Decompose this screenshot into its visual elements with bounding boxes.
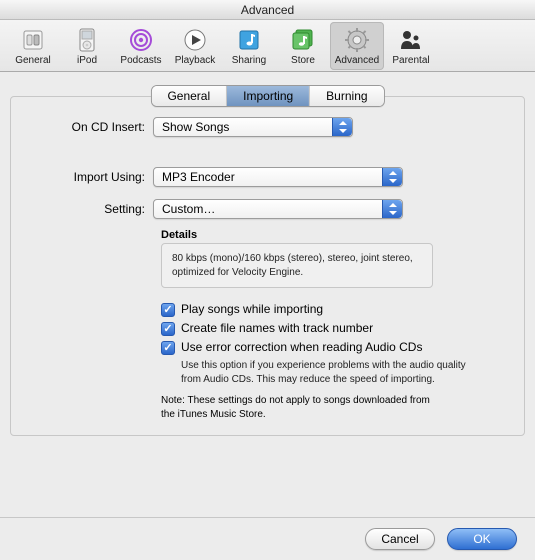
updown-icon xyxy=(382,168,402,186)
toolbar-item-advanced[interactable]: Advanced xyxy=(330,22,384,70)
toolbar-label-general: General xyxy=(15,55,51,66)
music-note-stack-icon xyxy=(290,27,316,53)
updown-icon xyxy=(382,200,402,218)
gear-icon xyxy=(344,27,370,53)
podcasts-icon xyxy=(128,27,154,53)
tab-importing[interactable]: Importing xyxy=(227,86,310,106)
toolbar-label-store: Store xyxy=(291,55,315,66)
toolbar-label-podcasts: Podcasts xyxy=(120,55,161,66)
checkbox-filenames-with-track-label: Create file names with track number xyxy=(181,321,373,335)
checkbox-play-while-importing[interactable] xyxy=(161,303,175,317)
toolbar-item-ipod[interactable]: iPod xyxy=(60,22,114,70)
tab-general[interactable]: General xyxy=(151,86,227,106)
select-setting-value: Custom… xyxy=(162,202,215,216)
tabstrip: General Importing Burning xyxy=(150,85,384,107)
select-on-cd-insert[interactable]: Show Songs xyxy=(153,117,353,137)
play-icon xyxy=(182,27,208,53)
toolbar-item-sharing[interactable]: Sharing xyxy=(222,22,276,70)
toolbar-label-parental: Parental xyxy=(392,55,429,66)
content-area: General Importing Burning On CD Insert: … xyxy=(0,72,535,507)
details-body: 80 kbps (mono)/160 kbps (stereo), stereo… xyxy=(161,243,433,288)
music-note-icon xyxy=(236,27,262,53)
cancel-button[interactable]: Cancel xyxy=(365,528,435,550)
toolbar-item-podcasts[interactable]: Podcasts xyxy=(114,22,168,70)
toolbar-label-ipod: iPod xyxy=(77,55,97,66)
checkbox-filenames-with-track[interactable] xyxy=(161,322,175,336)
settings-group: General Importing Burning On CD Insert: … xyxy=(10,96,525,436)
label-on-cd-insert: On CD Insert: xyxy=(35,120,153,134)
checkbox-error-correction-label: Use error correction when reading Audio … xyxy=(181,340,422,354)
select-import-using[interactable]: MP3 Encoder xyxy=(153,167,403,187)
error-correction-help: Use this option if you experience proble… xyxy=(181,359,466,386)
bottom-bar: Cancel OK xyxy=(0,518,535,560)
checkbox-play-while-importing-label: Play songs while importing xyxy=(181,302,323,316)
switch-icon xyxy=(20,27,46,53)
toolbar-label-advanced: Advanced xyxy=(335,55,379,66)
preferences-toolbar: General iPod Podcasts Playback Sharing S… xyxy=(0,20,535,72)
checkbox-error-correction[interactable] xyxy=(161,341,175,355)
toolbar-label-sharing: Sharing xyxy=(232,55,266,66)
people-icon xyxy=(398,27,424,53)
toolbar-item-playback[interactable]: Playback xyxy=(168,22,222,70)
toolbar-item-general[interactable]: General xyxy=(6,22,60,70)
footer-note: Note: These settings do not apply to son… xyxy=(161,394,446,421)
toolbar-label-playback: Playback xyxy=(175,55,216,66)
ipod-icon xyxy=(74,27,100,53)
tab-burning[interactable]: Burning xyxy=(310,86,383,106)
select-setting[interactable]: Custom… xyxy=(153,199,403,219)
select-import-using-value: MP3 Encoder xyxy=(162,170,235,184)
updown-icon xyxy=(332,118,352,136)
select-on-cd-insert-value: Show Songs xyxy=(162,120,229,134)
toolbar-item-store[interactable]: Store xyxy=(276,22,330,70)
label-setting: Setting: xyxy=(35,202,153,216)
label-import-using: Import Using: xyxy=(35,170,153,184)
window-title: Advanced xyxy=(0,0,535,20)
details-title: Details xyxy=(161,229,500,241)
ok-button[interactable]: OK xyxy=(447,528,517,550)
toolbar-item-parental[interactable]: Parental xyxy=(384,22,438,70)
